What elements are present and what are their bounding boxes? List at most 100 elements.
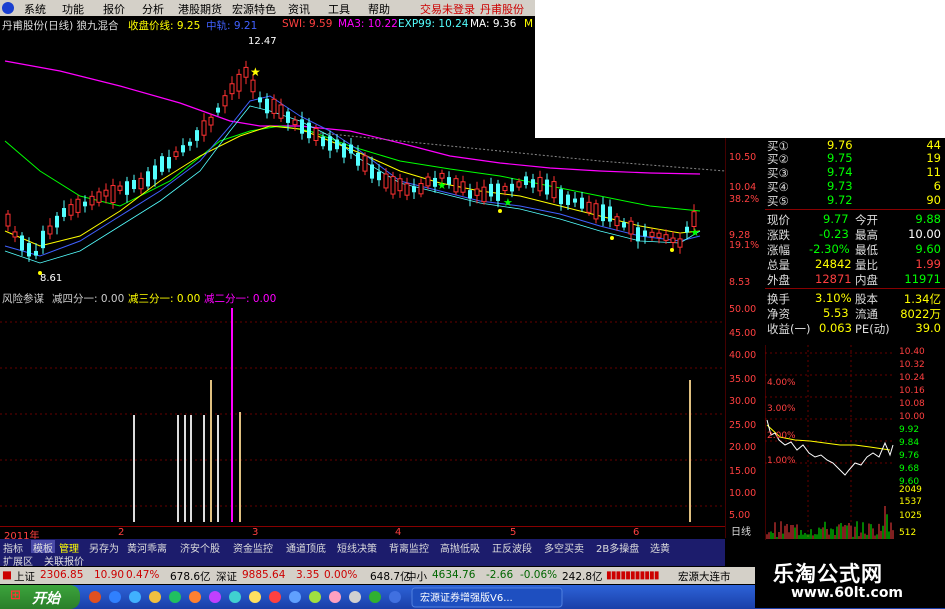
candle-body: [278, 104, 284, 119]
menu-system[interactable]: 系统: [24, 1, 46, 17]
sub-axis-label: 25.00: [729, 420, 756, 431]
quicklaunch-icon[interactable]: [269, 591, 281, 603]
candle-body: [670, 237, 676, 243]
watermark-title: 乐淘公式网: [773, 562, 883, 586]
quicklaunch-icon[interactable]: [89, 591, 101, 603]
time-axis-label: 6: [633, 527, 640, 538]
sub-axis-label: 10.00: [729, 488, 756, 499]
menu-news[interactable]: 资讯: [288, 1, 310, 17]
quicklaunch-icon[interactable]: [309, 591, 321, 603]
quicklaunch-icon[interactable]: [389, 591, 401, 603]
menu-tools[interactable]: 工具: [328, 1, 350, 17]
quote-row-price: 现价 9.77 今开 9.88: [765, 212, 945, 228]
time-axis-label: 5: [510, 527, 517, 538]
candle-body: [586, 201, 592, 213]
period-label[interactable]: 日线: [731, 525, 751, 538]
sub-indicator-header: 风险参谋 减四分一: 0.00 减三分一: 0.00 减二分一: 0.00: [0, 290, 725, 305]
low-price-label: 8.61: [40, 273, 62, 284]
risk-indicator-chart[interactable]: [0, 304, 725, 526]
login-status[interactable]: 交易未登录: [420, 1, 475, 17]
signal-dot: [38, 271, 42, 275]
tab-extension-area[interactable]: 扩展区: [3, 553, 33, 568]
quote-label: 流通: [855, 307, 878, 321]
candle-body: [349, 144, 353, 154]
candle-body: [307, 122, 311, 139]
sub-axis-label: 40.00: [729, 350, 756, 361]
candle-body: [390, 176, 396, 195]
sz-change: 3.35: [296, 569, 320, 581]
candle-body: [677, 238, 683, 248]
bid-price: 9.76: [827, 138, 853, 152]
intraday-pct-label: 4.00%: [767, 378, 796, 388]
intraday-price-label: 9.92: [899, 425, 919, 435]
candle-body: [460, 181, 466, 193]
intraday-pct-label: 3.00%: [767, 404, 796, 414]
menu-function[interactable]: 功能: [62, 1, 84, 17]
candle-body: [628, 220, 634, 235]
menu-help[interactable]: 帮助: [368, 1, 390, 17]
quicklaunch-icon[interactable]: [229, 591, 241, 603]
start-button[interactable]: ⊞ 开始: [0, 585, 80, 609]
quote-label: 现价: [767, 213, 790, 227]
candle-body: [601, 204, 605, 222]
candle-body: [356, 152, 360, 166]
quicklaunch-icon[interactable]: [289, 591, 301, 603]
sz-label[interactable]: 深证: [216, 569, 237, 584]
candle-body: [181, 145, 185, 153]
intraday-right-axis: 10.40 10.32 10.24 10.16 10.08 10.00 9.92…: [899, 347, 925, 538]
broker-name: 宏源大连市: [678, 571, 731, 583]
quicklaunch-icon[interactable]: [329, 591, 341, 603]
candle-body: [614, 216, 620, 227]
quote-value: 24842: [815, 257, 852, 271]
candle-body: [243, 66, 249, 78]
quote-row-volume: 总量 24842 量比 1.99: [765, 257, 945, 273]
menu-hk-futures[interactable]: 港股期货: [178, 1, 222, 17]
sh-label[interactable]: 上证: [14, 569, 35, 584]
bid-price: 9.74: [827, 165, 853, 179]
quote-value: 10.00: [908, 227, 941, 241]
quicklaunch-icon[interactable]: [149, 591, 161, 603]
quote-value: 9.60: [915, 242, 941, 256]
quicklaunch-icon[interactable]: [209, 591, 221, 603]
candle-body: [531, 179, 535, 188]
quicklaunch-icon[interactable]: [249, 591, 261, 603]
star-signal-icon: ★: [250, 65, 261, 79]
windows-logo-icon: ⊞: [10, 588, 21, 603]
sz-amount: 648.7亿: [370, 571, 411, 583]
candle-body: [125, 181, 129, 195]
intraday-price-label: 10.24: [899, 373, 925, 383]
intraday-vol-label: 2049: [899, 485, 922, 495]
candlestick-chart[interactable]: 12.47 8.61 ★ ★ ★ ★: [0, 31, 725, 289]
quote-label: 收益(一): [767, 322, 811, 336]
intraday-price-label: 10.16: [899, 386, 925, 396]
intraday-chart[interactable]: 10.40 10.32 10.24 10.16 10.08 10.00 9.92…: [765, 345, 945, 540]
price-axis: 10.50 10.04 38.2% 9.28 19.1% 8.53 50.00 …: [724, 138, 765, 538]
candle-body: [559, 189, 563, 205]
candle-body: [537, 176, 543, 192]
candle-body: [383, 173, 389, 189]
quicklaunch-icon[interactable]: [349, 591, 361, 603]
quicklaunch-icon[interactable]: [369, 591, 381, 603]
menu-analysis[interactable]: 分析: [142, 1, 164, 17]
quicklaunch-icon[interactable]: [169, 591, 181, 603]
quote-value: 3.10%: [815, 291, 852, 305]
zx-label[interactable]: 中小: [406, 569, 427, 584]
ma-yellow-line: [4, 125, 701, 247]
quicklaunch-icon[interactable]: [129, 591, 141, 603]
candle-body: [608, 206, 612, 222]
quicklaunch-icon[interactable]: [109, 591, 121, 603]
quicklaunch-icon[interactable]: [189, 591, 201, 603]
bid-volume: 6: [933, 179, 941, 193]
tab-related-quote[interactable]: 关联报价: [44, 553, 84, 568]
candle-body: [663, 234, 669, 241]
quote-row-outer: 外盘 12871 内盘 11971: [765, 272, 945, 288]
intraday-vol-label: 1537: [899, 497, 922, 507]
quote-row-eps: 收益(一) 0.063 PE(动) 39.0: [765, 321, 945, 337]
quote-label: 今开: [855, 213, 878, 227]
menu-quote[interactable]: 报价: [103, 1, 125, 17]
candle-body: [250, 79, 256, 93]
menu-hongyuan[interactable]: 宏源特色: [232, 1, 276, 17]
ma-blue-line: [4, 95, 701, 257]
candle-body: [313, 128, 319, 141]
candle-body: [173, 151, 179, 158]
